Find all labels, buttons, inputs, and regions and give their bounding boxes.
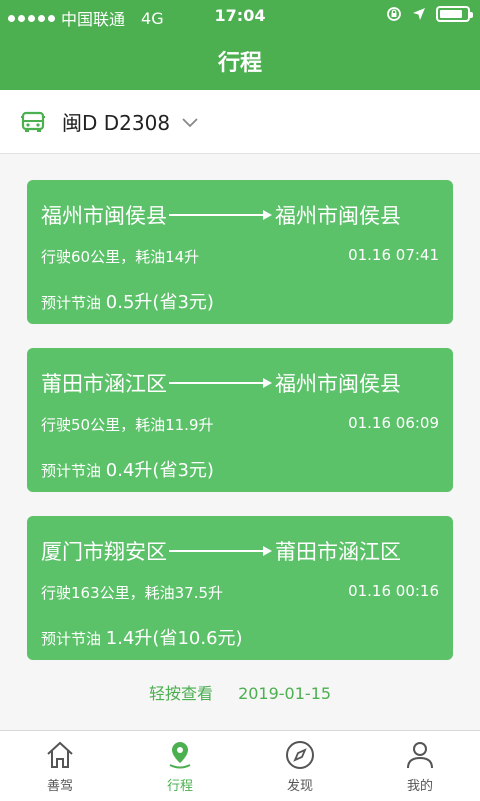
battery-fill <box>440 10 463 18</box>
tab-driving[interactable]: 善驾 <box>0 731 120 801</box>
rotation-lock-icon <box>387 7 401 21</box>
page-title: 行程 <box>217 51 262 76</box>
trip-stats: 行驶50公里，耗油11.9升 <box>41 416 214 434</box>
trip-destination: 福州市闽侯县 <box>275 204 401 228</box>
arrow-right-icon <box>169 378 272 388</box>
nav-bar: 行程 <box>0 32 480 90</box>
chevron-down-icon <box>182 117 198 127</box>
trip-time: 01.16 00:16 <box>348 582 439 600</box>
trip-route: 莆田市涵江区 福州市闽侯县 <box>41 368 401 398</box>
trip-route: 福州市闽侯县 福州市闽侯县 <box>41 200 401 230</box>
trip-origin: 福州市闽侯县 <box>41 204 167 228</box>
trip-card[interactable]: 莆田市涵江区 福州市闽侯县 行驶50公里，耗油11.9升 01.16 06:09… <box>27 348 453 492</box>
tab-bar: 善驾 行程 发现 我的 <box>0 730 480 801</box>
tab-profile[interactable]: 我的 <box>360 731 480 801</box>
fuel-saving-value: 0.5升(省3元) <box>105 292 214 313</box>
trip-card[interactable]: 福州市闽侯县 福州市闽侯县 行驶60公里，耗油14升 01.16 07:41 预… <box>27 180 453 324</box>
fuel-saving: 预计节油 1.4升(省10.6元) <box>41 624 243 650</box>
arrow-right-icon <box>169 546 272 556</box>
tab-label: 行程 <box>166 779 193 794</box>
house-icon <box>47 741 73 768</box>
trip-card[interactable]: 厦门市翔安区 莆田市涵江区 行驶163公里，耗油37.5升 01.16 00:1… <box>27 516 453 660</box>
trip-list: 福州市闽侯县 福州市闽侯县 行驶60公里，耗油14升 01.16 07:41 预… <box>0 154 480 730</box>
status-right <box>386 6 473 22</box>
bus-icon <box>21 111 45 132</box>
vehicle-selector[interactable]: 闽D D2308 <box>0 90 480 154</box>
tab-trips[interactable]: 行程 <box>120 731 240 801</box>
fuel-saving-value: 1.4升(省10.6元) <box>105 628 243 649</box>
trip-origin: 莆田市涵江区 <box>41 372 167 396</box>
fuel-saving-value: 0.4升(省3元) <box>105 460 214 481</box>
location-arrow-icon <box>413 8 425 20</box>
trip-time: 01.16 06:09 <box>348 414 439 432</box>
compass-icon <box>286 741 314 769</box>
tab-label: 我的 <box>406 779 433 794</box>
tab-label: 善驾 <box>46 779 73 794</box>
trip-origin: 厦门市翔安区 <box>41 540 167 564</box>
status-bar: 中国联通 4G 17:04 <box>0 0 480 32</box>
fuel-saving-label: 预计节油 <box>41 462 102 480</box>
trip-route: 厦门市翔安区 莆田市涵江区 <box>41 536 401 566</box>
fuel-saving: 预计节油 0.4升(省3元) <box>41 456 214 482</box>
tab-label: 发现 <box>286 779 313 794</box>
fuel-saving-label: 预计节油 <box>41 294 102 312</box>
tab-discover[interactable]: 发现 <box>240 731 360 801</box>
trip-time: 01.16 07:41 <box>348 246 439 264</box>
trip-destination: 福州市闽侯县 <box>275 372 401 396</box>
view-more-label: 轻按查看 <box>148 684 213 703</box>
battery-icon <box>436 6 473 22</box>
trip-stats: 行驶60公里，耗油14升 <box>41 248 200 266</box>
view-more-link[interactable]: 轻按查看 2019-01-15 <box>0 680 480 704</box>
arrow-right-icon <box>169 210 272 220</box>
fuel-saving: 预计节油 0.5升(省3元) <box>41 288 214 314</box>
trip-destination: 莆田市涵江区 <box>275 540 401 564</box>
vehicle-plate: 闽D D2308 <box>62 111 171 135</box>
location-pin-icon <box>169 742 191 769</box>
person-icon <box>407 742 433 769</box>
fuel-saving-label: 预计节油 <box>41 630 102 648</box>
view-more-date: 2019-01-15 <box>238 684 332 703</box>
trip-stats: 行驶163公里，耗油37.5升 <box>41 584 224 602</box>
